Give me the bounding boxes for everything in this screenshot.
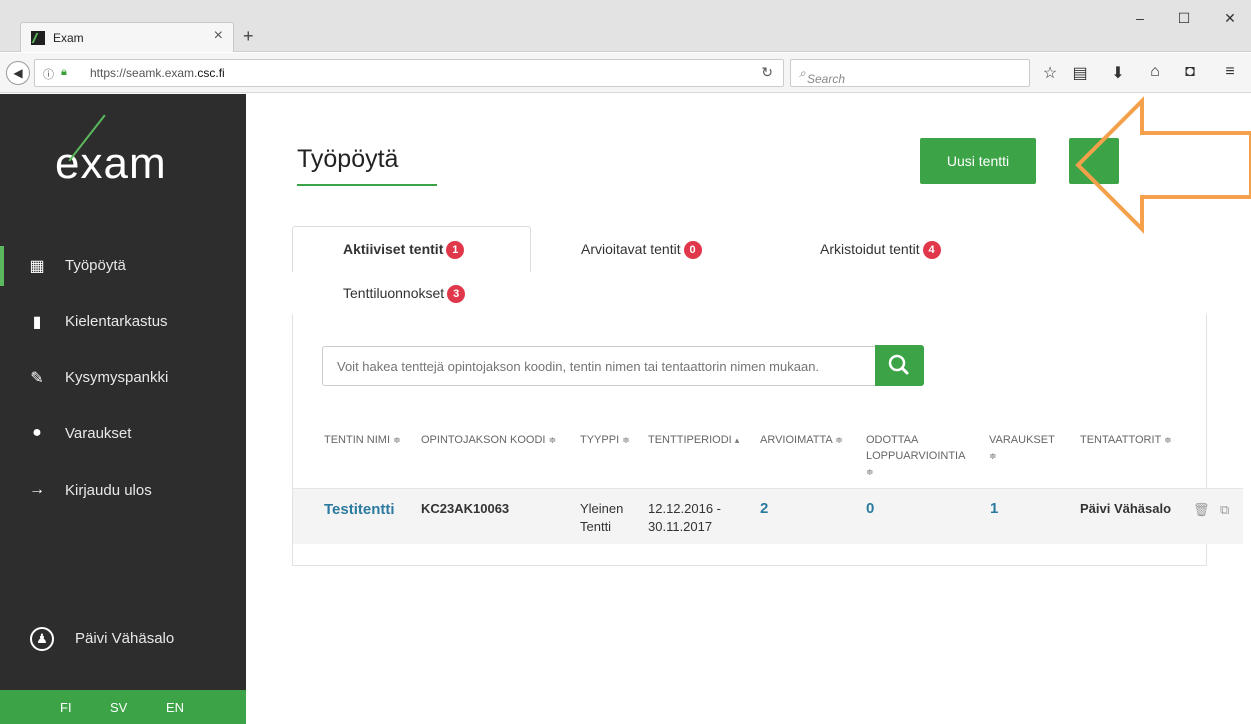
column-header-awaiting-final[interactable]: ODOTTAA LOPPUARVIOINTIA ≑ xyxy=(866,432,976,480)
exam-period: 12.12.2016 -30.11.2017 xyxy=(648,501,722,534)
count-badge: 4 xyxy=(922,241,941,260)
sidebar-item-label: Työpöytä xyxy=(65,257,126,274)
exam-search-input[interactable] xyxy=(322,346,876,386)
search-button[interactable] xyxy=(875,345,924,386)
reservations-count[interactable]: 1 xyxy=(990,500,998,518)
reading-list-icon[interactable]: ▤ xyxy=(1070,63,1090,83)
column-header-reservations[interactable]: VARAUKSET ≑ xyxy=(989,432,1069,464)
language-switcher: FI SV EN xyxy=(0,690,246,724)
exam-favicon-icon xyxy=(31,31,45,45)
count-badge: 1 xyxy=(446,241,465,260)
ungraded-count[interactable]: 2 xyxy=(760,500,768,518)
sort-icon: ≑ xyxy=(622,435,630,445)
column-header-examiners[interactable]: TENTAATTORIT ≑ xyxy=(1080,432,1172,448)
language-en[interactable]: EN xyxy=(166,700,184,715)
search-icon xyxy=(888,354,909,375)
minimize-button[interactable]: – xyxy=(1130,10,1150,26)
sidebar: exam ▦ Työpöytä ▮ Kielentarkastus ✎ Kysy… xyxy=(0,94,246,724)
sidebar-item-question-bank[interactable]: ✎ Kysymyspankki xyxy=(0,358,246,398)
trash-icon[interactable]: 🗑︎ xyxy=(1193,502,1210,518)
exam-type: Yleinen Tentti xyxy=(580,501,624,534)
new-exam-button[interactable]: Uusi tentti xyxy=(920,138,1036,184)
pocket-icon[interactable]: ◘ xyxy=(1180,63,1200,81)
browser-nav-bar: ◀ ⓘ 🔒︎ https://seamk.exam.csc.fi ↻ ⌕ Sea… xyxy=(0,53,1251,93)
dashboard-icon: ▦ xyxy=(29,258,45,275)
sidebar-item-dashboard[interactable]: ▦ Työpöytä xyxy=(0,246,246,286)
sort-icon: ≑ xyxy=(548,435,557,445)
browser-search-field[interactable]: ⌕ Search xyxy=(790,59,1030,87)
awaiting-final-count[interactable]: 0 xyxy=(866,500,874,518)
maximize-button[interactable]: ☐ xyxy=(1174,10,1194,27)
sort-icon: ≑ xyxy=(866,467,874,477)
title-underline xyxy=(297,184,437,186)
menu-icon[interactable]: ≡ xyxy=(1220,63,1240,81)
tab-label: Arvioitavat tentit xyxy=(581,241,681,257)
tab-active-exams[interactable]: Aktiiviset tentit 1 xyxy=(343,241,465,260)
sidebar-item-label: Kirjaudu ulos xyxy=(65,482,152,499)
exam-name-link[interactable]: Testitentti xyxy=(324,501,395,519)
tab-archived-exams[interactable]: Arkistoidut tentit 4 xyxy=(820,241,941,260)
new-tab-button[interactable]: + xyxy=(243,26,254,47)
language-sv[interactable]: SV xyxy=(110,700,127,715)
sort-icon: ≑ xyxy=(989,451,997,461)
window-close-button[interactable]: ✕ xyxy=(1220,10,1240,27)
browser-search-placeholder: ⌕ Search xyxy=(799,66,846,86)
home-icon[interactable]: ⌂ xyxy=(1145,63,1165,81)
info-icon[interactable]: ⓘ xyxy=(43,66,54,82)
tab-label: Arkistoidut tentit xyxy=(820,241,920,257)
bookmark-star-icon[interactable]: ☆ xyxy=(1040,63,1060,83)
avatar-icon: ♟ xyxy=(30,627,54,651)
sort-icon: ≑ xyxy=(393,435,401,445)
page-title: Työpöytä xyxy=(297,145,399,173)
browser-tab-strip: Exam × + – ☐ ✕ xyxy=(0,0,1251,52)
reload-icon[interactable]: ↻ xyxy=(761,64,773,81)
sidebar-item-reservations[interactable]: ● Varaukset xyxy=(0,414,246,454)
pencil-icon: ✎ xyxy=(30,370,44,387)
tab-label: Tenttiluonnokset xyxy=(343,285,445,301)
download-icon[interactable]: ⬇ xyxy=(1108,63,1128,83)
sort-icon: ≑ xyxy=(835,435,843,445)
course-code: KC23AK10063 xyxy=(421,501,510,516)
address-bar[interactable]: ⓘ 🔒︎ https://seamk.exam.csc.fi ↻ xyxy=(34,59,784,87)
lock-icon: 🔒︎ xyxy=(61,66,67,78)
sort-icon: ≑ xyxy=(1164,435,1172,445)
column-header-ungraded[interactable]: ARVIOIMATTA ≑ xyxy=(760,432,843,448)
examiner-name: Päivi Vähäsalo xyxy=(1080,501,1172,516)
sidebar-item-label: Kysymyspankki xyxy=(65,369,169,386)
user-name: Päivi Vähäsalo xyxy=(75,630,175,647)
sidebar-item-label: Kielentarkastus xyxy=(65,313,168,330)
tab-close-icon[interactable]: × xyxy=(214,27,223,45)
sidebar-item-language-review[interactable]: ▮ Kielentarkastus xyxy=(0,302,246,342)
sidebar-item-label: Varaukset xyxy=(65,425,132,442)
copy-icon[interactable]: ⧉ xyxy=(1220,502,1229,518)
column-header-course-code[interactable]: OPINTOJAKSON KOODI ≑ xyxy=(421,432,556,448)
sidebar-item-logout[interactable]: → Kirjaudu ulos xyxy=(0,471,246,511)
arrow-right-icon: → xyxy=(29,481,45,498)
url-text: https://seamk.exam.csc.fi xyxy=(90,66,225,80)
tab-drafts[interactable]: Tenttiluonnokset 3 xyxy=(343,285,466,304)
count-badge: 3 xyxy=(447,285,466,304)
sort-up-icon: ▴ xyxy=(734,435,740,445)
tab-exams-to-grade[interactable]: Arvioitavat tentit 0 xyxy=(581,241,702,260)
user-profile[interactable]: ♟ Päivi Vähäsalo xyxy=(0,622,246,662)
exam-logo: exam xyxy=(55,139,167,188)
annotation-arrow xyxy=(1075,96,1251,234)
column-header-exam-period[interactable]: TENTTIPERIODI ▴ xyxy=(648,432,739,448)
column-header-exam-name[interactable]: TENTIN NIMI ≑ xyxy=(324,432,401,448)
language-fi[interactable]: FI xyxy=(60,700,72,715)
tab-title: Exam xyxy=(53,31,84,45)
browser-tab[interactable]: Exam × xyxy=(20,22,234,52)
count-badge: 0 xyxy=(683,241,702,260)
user-icon: ● xyxy=(32,424,42,441)
back-arrow-icon[interactable]: ◀ xyxy=(6,61,30,85)
tab-label: Aktiiviset tentit xyxy=(343,241,444,257)
column-header-type[interactable]: TYYPPI ≑ xyxy=(580,432,630,448)
book-icon: ▮ xyxy=(32,314,42,331)
